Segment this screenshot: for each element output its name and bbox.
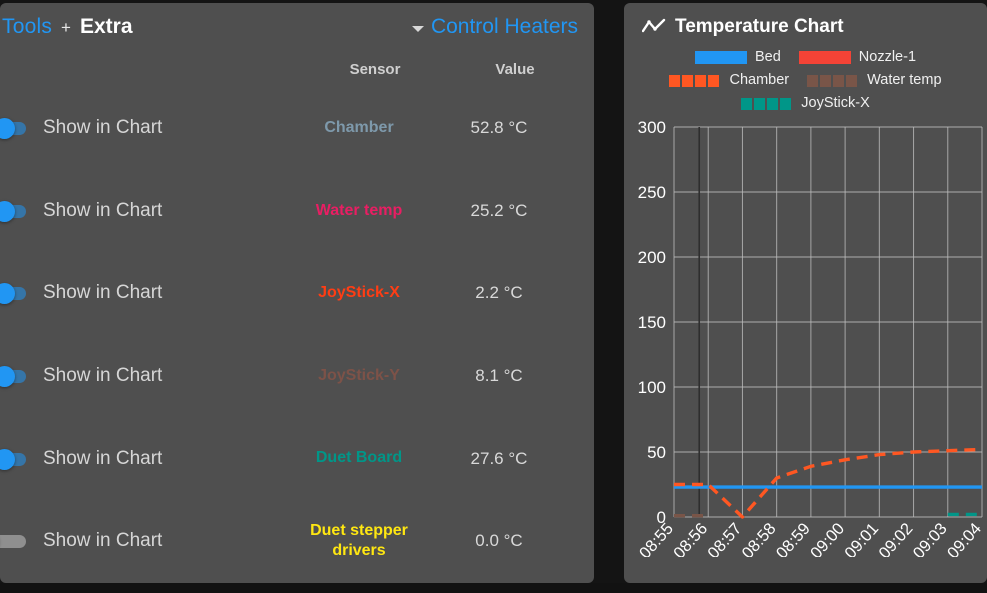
app-root: Tools + Extra Control Heaters Sensor Val… <box>0 0 987 593</box>
control-heaters-group[interactable]: Control Heaters <box>411 15 578 39</box>
y-axis-tick-label: 50 <box>647 443 666 462</box>
legend-label: Water temp <box>867 72 942 88</box>
legend-label: Nozzle-1 <box>858 49 917 65</box>
x-axis-labels: 08:5508:5608:5708:5808:5909:0009:0109:02… <box>636 520 985 557</box>
legend-label: Chamber <box>729 72 790 88</box>
sensor-value: 27.6 °C <box>470 448 528 468</box>
chart-series-group <box>674 447 983 519</box>
show-in-chart-cell: Show in Chart <box>0 448 284 470</box>
show-in-chart-cell: Show in Chart <box>0 200 284 222</box>
legend-label: JoyStick-X <box>801 95 870 111</box>
chart-plot-area[interactable]: 0 50 100 150 200 250 300 08:55 08:56 08:57 08:58 08… <box>624 117 987 557</box>
legend-swatch <box>798 50 851 64</box>
table-row: Show in Chart Water temp 25.2 °C <box>0 170 594 253</box>
line-chart-icon <box>642 18 666 33</box>
show-in-chart-toggle[interactable] <box>0 283 34 305</box>
legend-item[interactable]: JoyStick-X <box>741 95 870 111</box>
sensor-name[interactable]: Duet Board <box>284 448 434 468</box>
toggle-knob[interactable] <box>0 448 15 470</box>
show-in-chart-label: Show in Chart <box>43 530 163 552</box>
sensor-value: 52.8 °C <box>470 118 528 138</box>
y-axis-tick-label: 200 <box>638 248 666 267</box>
show-in-chart-toggle[interactable] <box>0 200 34 222</box>
legend-swatch <box>694 50 747 64</box>
y-axis-tick-label: 300 <box>638 118 666 137</box>
sensor-value: 2.2 °C <box>475 283 523 303</box>
show-in-chart-label: Show in Chart <box>43 282 163 304</box>
bottom-bar <box>0 583 987 593</box>
legend-swatch <box>807 74 860 87</box>
show-in-chart-label: Show in Chart <box>43 447 163 469</box>
show-in-chart-cell: Show in Chart <box>0 365 284 388</box>
legend-swatch <box>741 97 794 110</box>
tools-extra-panel: Tools + Extra Control Heaters Sensor Val… <box>0 3 594 583</box>
legend-label: Bed <box>754 49 781 65</box>
show-in-chart-cell: Show in Chart <box>0 530 284 552</box>
toggle-knob[interactable] <box>0 200 15 222</box>
y-axis-tick-label: 150 <box>638 313 666 332</box>
show-in-chart-label: Show in Chart <box>43 199 163 221</box>
y-axis-tick-label: 100 <box>638 378 666 397</box>
sensor-value: 0.0 °C <box>475 531 523 551</box>
chart-title-row: Temperature Chart <box>624 3 987 38</box>
table-header-row: Sensor Value <box>0 51 594 87</box>
toggle-knob[interactable] <box>0 118 15 140</box>
chevron-down-icon[interactable] <box>411 26 424 32</box>
show-in-chart-toggle[interactable] <box>0 448 34 470</box>
table-body: Show in Chart Chamber 52.8 °C Show in Chart… <box>0 87 594 583</box>
chart-svg[interactable]: 05010015020025030008:5508:5608:5708:5808… <box>624 117 987 557</box>
tools-link[interactable]: Tools <box>2 15 52 39</box>
show-in-chart-label: Show in Chart <box>43 117 163 139</box>
show-in-chart-toggle[interactable] <box>0 118 34 140</box>
toggle-knob[interactable] <box>0 283 15 305</box>
chart-title-text: Temperature Chart <box>675 16 844 37</box>
extra-label: Extra <box>79 15 133 38</box>
x-axis-tick-label: 09:04 <box>944 520 985 557</box>
plus-separator: + <box>61 18 71 37</box>
sensor-value: 25.2 °C <box>470 200 528 220</box>
show-in-chart-toggle[interactable] <box>0 366 34 388</box>
panel-header: Tools + Extra Control Heaters <box>0 3 594 51</box>
column-header-value: Value <box>495 60 535 78</box>
legend-item[interactable]: Bed <box>694 49 781 65</box>
sensor-name[interactable]: JoyStick-X <box>284 283 434 303</box>
table-row: Show in Chart JoyStick-X 2.2 °C <box>0 252 594 335</box>
legend-item[interactable]: Chamber <box>669 72 789 88</box>
temperature-chart-panel: Temperature Chart Bed Nozzle-1 Chamber Wate… <box>624 3 987 583</box>
sensor-name[interactable]: Water temp <box>284 201 434 221</box>
sensor-name[interactable]: Duet stepper drivers <box>284 521 434 562</box>
header-title-group: Tools + Extra <box>0 15 133 39</box>
legend-item[interactable]: Nozzle-1 <box>798 49 917 65</box>
show-in-chart-cell: Show in Chart <box>0 282 284 305</box>
table-row: Show in Chart Duet Board 27.6 °C <box>0 417 594 500</box>
table-row: Show in Chart Duet stepper drivers 0.0 °C <box>0 500 594 583</box>
y-axis-tick-label: 250 <box>638 183 666 202</box>
column-header-sensor: Sensor <box>349 60 401 78</box>
sensor-value: 8.1 °C <box>475 366 523 386</box>
table-row: Show in Chart JoyStick-Y 8.1 °C <box>0 335 594 418</box>
sensor-table: Sensor Value Show in Chart Chamber 52.8 °C… <box>0 51 594 583</box>
toggle-track <box>0 535 26 549</box>
control-heaters-link[interactable]: Control Heaters <box>431 15 578 39</box>
legend-item[interactable]: Water temp <box>807 72 942 88</box>
chart-legend: Bed Nozzle-1 Chamber Water temp JoyStick-X <box>624 49 987 111</box>
show-in-chart-label: Show in Chart <box>43 365 163 387</box>
show-in-chart-cell: Show in Chart <box>0 117 284 140</box>
legend-swatch <box>669 74 722 87</box>
show-in-chart-toggle[interactable] <box>0 531 34 551</box>
sensor-name[interactable]: JoyStick-Y <box>284 366 434 386</box>
series-line-chamber <box>674 447 983 519</box>
table-row: Show in Chart Chamber 52.8 °C <box>0 87 594 170</box>
toggle-knob[interactable] <box>0 366 15 388</box>
sensor-name[interactable]: Chamber <box>284 118 434 138</box>
